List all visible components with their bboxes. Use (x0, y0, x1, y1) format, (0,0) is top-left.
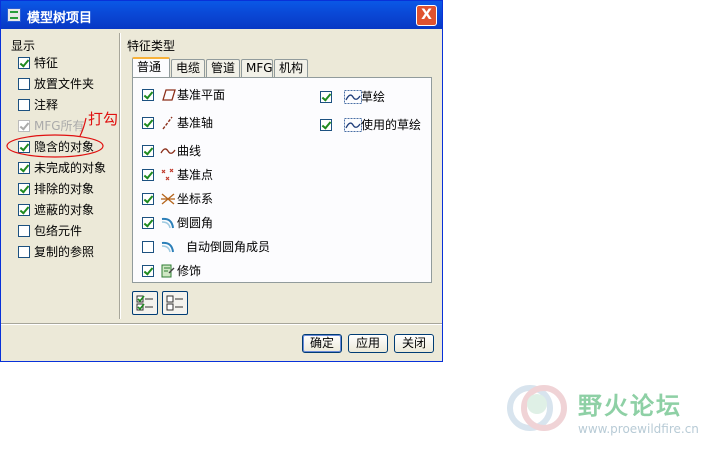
forum-logo-icon (507, 385, 567, 431)
highlight-ellipse (6, 134, 104, 158)
site-watermark: 野火论坛 www.proewildfire.cn (504, 378, 714, 444)
annotation-arrow (79, 117, 87, 137)
annotation-text: 打勾 (88, 110, 119, 128)
watermark-title: 野火论坛 (578, 392, 682, 420)
watermark-url: www.proewildfire.cn (578, 422, 699, 436)
